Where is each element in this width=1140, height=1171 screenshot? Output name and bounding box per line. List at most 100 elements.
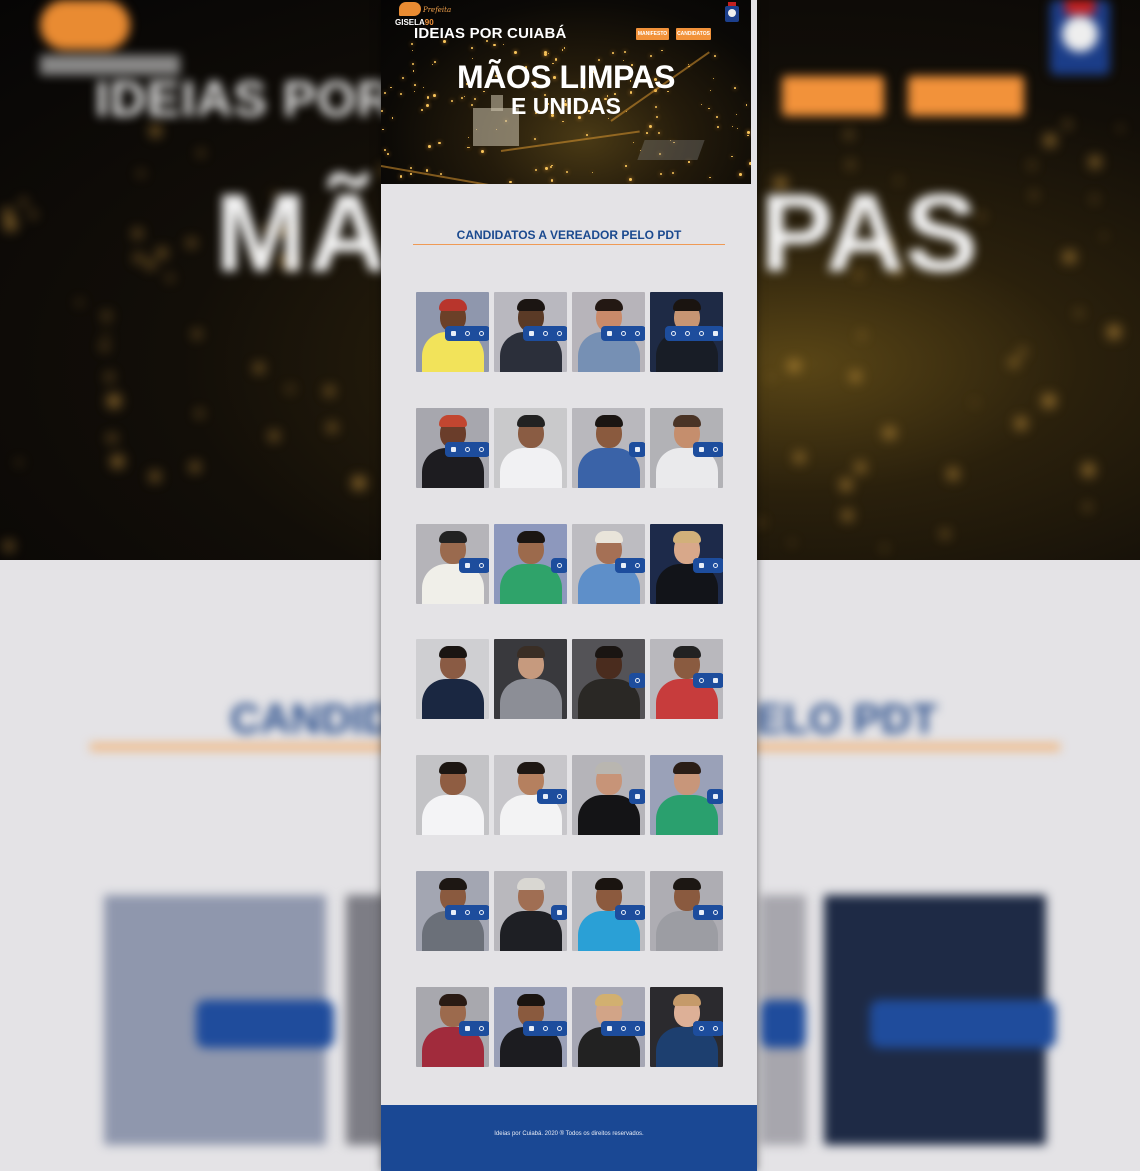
instagram-icon[interactable] xyxy=(557,794,562,799)
candidate-card[interactable] xyxy=(650,987,723,1067)
social-links-bar xyxy=(445,905,489,920)
whatsapp-icon[interactable] xyxy=(635,678,640,683)
facebook-icon[interactable] xyxy=(699,563,704,568)
facebook-icon[interactable] xyxy=(529,1026,534,1031)
manifesto-button[interactable]: MANIFESTO xyxy=(636,28,669,40)
candidate-card[interactable] xyxy=(650,755,723,835)
candidate-photo-hair xyxy=(439,762,467,774)
candidate-card[interactable] xyxy=(494,408,567,488)
whatsapp-icon[interactable] xyxy=(635,910,640,915)
facebook-icon[interactable] xyxy=(465,1026,470,1031)
whatsapp-icon[interactable] xyxy=(479,910,484,915)
site-title[interactable]: IDEIAS POR CUIABÁ xyxy=(414,25,567,42)
facebook-icon[interactable] xyxy=(607,331,612,336)
facebook-icon[interactable] xyxy=(713,678,718,683)
candidate-photo-hair xyxy=(517,531,545,543)
instagram-icon[interactable] xyxy=(713,910,718,915)
whatsapp-icon[interactable] xyxy=(557,331,562,336)
instagram-icon[interactable] xyxy=(543,1026,548,1031)
whatsapp-icon[interactable] xyxy=(713,1026,718,1031)
candidate-card[interactable] xyxy=(572,292,645,372)
whatsapp-icon[interactable] xyxy=(479,447,484,452)
instagram-icon[interactable] xyxy=(713,563,718,568)
candidatos-button[interactable]: CANDIDATOS xyxy=(676,28,711,40)
blurred-hero-headline-left: MÃ xyxy=(215,172,391,295)
city-light xyxy=(468,146,470,149)
candidate-photo-hair xyxy=(517,878,545,890)
twitter-icon[interactable] xyxy=(685,331,690,336)
facebook-icon[interactable] xyxy=(699,910,704,915)
candidate-card[interactable] xyxy=(572,524,645,604)
instagram-icon[interactable] xyxy=(465,447,470,452)
candidate-card[interactable] xyxy=(650,524,723,604)
whatsapp-icon[interactable] xyxy=(635,331,640,336)
pdt-party-icon[interactable] xyxy=(725,2,739,24)
facebook-icon[interactable] xyxy=(713,794,718,799)
facebook-icon[interactable] xyxy=(635,447,640,452)
candidate-card[interactable] xyxy=(416,524,489,604)
candidate-photo-hair xyxy=(595,299,623,311)
instagram-icon[interactable] xyxy=(479,563,484,568)
instagram-icon[interactable] xyxy=(557,563,562,568)
candidate-card[interactable] xyxy=(572,871,645,951)
candidate-card[interactable] xyxy=(494,871,567,951)
candidate-card[interactable] xyxy=(416,408,489,488)
candidate-card[interactable] xyxy=(572,987,645,1067)
candidate-card[interactable] xyxy=(650,408,723,488)
instagram-icon[interactable] xyxy=(671,331,676,336)
candidate-card[interactable] xyxy=(494,292,567,372)
candidate-card[interactable] xyxy=(416,292,489,372)
city-light xyxy=(535,168,538,171)
facebook-icon[interactable] xyxy=(465,563,470,568)
facebook-icon[interactable] xyxy=(543,794,548,799)
instagram-icon[interactable] xyxy=(465,331,470,336)
instagram-icon[interactable] xyxy=(479,1026,484,1031)
facebook-icon[interactable] xyxy=(529,331,534,336)
twitter-icon[interactable] xyxy=(557,1026,562,1031)
city-light xyxy=(561,49,564,51)
whatsapp-icon[interactable] xyxy=(479,331,484,336)
whatsapp-icon[interactable] xyxy=(699,678,704,683)
facebook-icon[interactable] xyxy=(451,331,456,336)
candidate-card[interactable] xyxy=(494,639,567,719)
candidate-card[interactable] xyxy=(572,408,645,488)
candidate-card[interactable] xyxy=(572,639,645,719)
facebook-icon[interactable] xyxy=(451,447,456,452)
candidate-card[interactable] xyxy=(650,639,723,719)
facebook-icon[interactable] xyxy=(451,910,456,915)
candidate-card[interactable] xyxy=(416,639,489,719)
candidate-card[interactable] xyxy=(416,871,489,951)
facebook-icon[interactable] xyxy=(621,563,626,568)
city-light xyxy=(411,43,414,46)
logo-heart-icon[interactable] xyxy=(399,2,421,16)
candidate-photo-hair xyxy=(673,415,701,427)
candidate-photo-hair xyxy=(439,878,467,890)
candidate-card[interactable] xyxy=(416,987,489,1067)
instagram-icon[interactable] xyxy=(465,910,470,915)
instagram-icon[interactable] xyxy=(621,1026,626,1031)
instagram-icon[interactable] xyxy=(699,1026,704,1031)
facebook-icon[interactable] xyxy=(557,910,562,915)
candidate-card[interactable] xyxy=(650,292,723,372)
instagram-icon[interactable] xyxy=(635,563,640,568)
instagram-icon[interactable] xyxy=(713,447,718,452)
social-links-bar xyxy=(693,442,723,457)
facebook-icon[interactable] xyxy=(635,794,640,799)
facebook-icon[interactable] xyxy=(699,447,704,452)
candidate-card[interactable] xyxy=(494,987,567,1067)
candidate-card[interactable] xyxy=(572,755,645,835)
logo-script: Prefeita xyxy=(423,6,452,14)
instagram-icon[interactable] xyxy=(621,331,626,336)
social-links-bar xyxy=(615,905,645,920)
whatsapp-icon[interactable] xyxy=(699,331,704,336)
candidate-card[interactable] xyxy=(494,755,567,835)
candidate-card[interactable] xyxy=(494,524,567,604)
facebook-icon[interactable] xyxy=(713,331,718,336)
instagram-icon[interactable] xyxy=(621,910,626,915)
instagram-icon[interactable] xyxy=(543,331,548,336)
candidate-card[interactable] xyxy=(650,871,723,951)
candidate-card[interactable] xyxy=(416,755,489,835)
city-light xyxy=(732,125,734,128)
facebook-icon[interactable] xyxy=(607,1026,612,1031)
whatsapp-icon[interactable] xyxy=(635,1026,640,1031)
